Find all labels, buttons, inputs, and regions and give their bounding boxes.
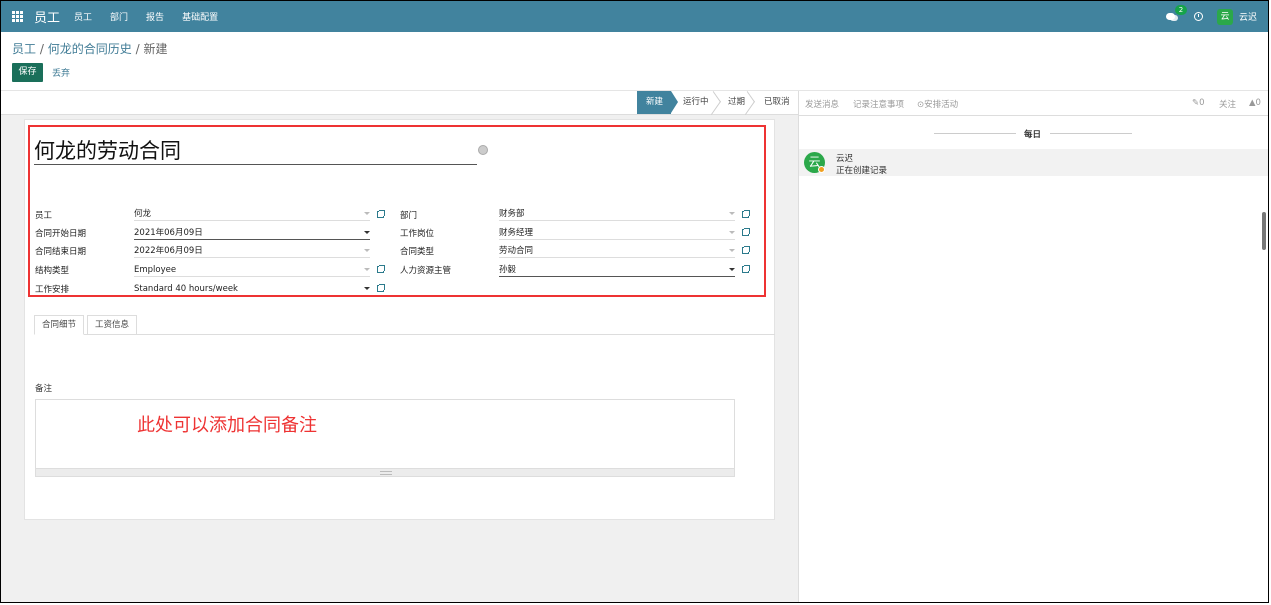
attachments-button[interactable]: ✎0 bbox=[1192, 98, 1205, 108]
log-note-button[interactable]: 记录注意事项 bbox=[853, 98, 904, 110]
contract-name-input[interactable]: 何龙的劳动合同 bbox=[34, 138, 477, 165]
external-link-icon[interactable] bbox=[742, 246, 750, 254]
stage-cancelled[interactable]: 已取消 bbox=[764, 91, 790, 114]
job-position-label: 工作岗位 bbox=[400, 229, 435, 239]
followers-button[interactable]: ▲0 bbox=[1249, 98, 1261, 108]
divider bbox=[934, 133, 1016, 134]
job-position-field[interactable]: 财务经理 bbox=[499, 228, 735, 240]
end-date-field[interactable]: 2022年06月09日 bbox=[134, 246, 370, 258]
dropdown-caret-icon bbox=[729, 268, 735, 271]
user-avatar[interactable]: 云 bbox=[1216, 8, 1233, 25]
day-separator-label: 每日 bbox=[1024, 130, 1042, 140]
work-schedule-label: 工作安排 bbox=[35, 285, 70, 295]
external-link-icon[interactable] bbox=[377, 210, 385, 218]
status-bar: 新建 运行中 过期 已取消 bbox=[1, 90, 798, 116]
save-button[interactable]: 保存 bbox=[12, 63, 43, 82]
department-label: 部门 bbox=[400, 211, 418, 221]
dropdown-caret-icon bbox=[729, 212, 735, 215]
scrollbar[interactable] bbox=[1262, 212, 1266, 250]
message-body: 正在创建记录 bbox=[836, 166, 888, 176]
employee-label: 员工 bbox=[35, 211, 53, 221]
user-name[interactable]: 云迟 bbox=[1239, 10, 1257, 23]
external-link-icon[interactable] bbox=[742, 228, 750, 236]
structure-type-label: 结构类型 bbox=[35, 266, 70, 276]
external-link-icon[interactable] bbox=[377, 265, 385, 273]
contract-type-label: 合同类型 bbox=[400, 247, 435, 257]
start-date-label: 合同开始日期 bbox=[35, 229, 87, 239]
discard-button[interactable]: 丢弃 bbox=[52, 66, 70, 79]
dropdown-caret-icon bbox=[364, 268, 370, 271]
external-link-icon[interactable] bbox=[377, 284, 385, 292]
dropdown-caret-icon bbox=[364, 249, 370, 252]
structure-type-field[interactable]: Employee bbox=[134, 265, 370, 277]
hr-manager-label: 人力资源主管 bbox=[400, 266, 452, 276]
breadcrumb-parent[interactable]: 何龙的合同历史 bbox=[48, 42, 132, 56]
dropdown-caret-icon bbox=[364, 287, 370, 290]
top-navbar: 员工 员工 部门 报告 基础配置 2 云 云迟 bbox=[1, 1, 1269, 32]
dropdown-caret-icon bbox=[729, 249, 735, 252]
divider bbox=[798, 115, 1269, 116]
presence-dot-icon bbox=[818, 166, 825, 173]
breadcrumb-current: 新建 bbox=[143, 42, 168, 56]
end-date-label: 合同结束日期 bbox=[35, 247, 87, 257]
employee-field[interactable]: 何龙 bbox=[134, 209, 370, 221]
external-link-icon[interactable] bbox=[742, 210, 750, 218]
menu-reports[interactable]: 报告 bbox=[146, 10, 164, 23]
breadcrumb-root[interactable]: 员工 bbox=[12, 42, 36, 56]
notes-annotation: 此处可以添加合同备注 bbox=[137, 415, 317, 436]
breadcrumb-sep: / bbox=[39, 42, 44, 56]
dropdown-caret-icon bbox=[729, 231, 735, 234]
schedule-activity-button[interactable]: ⊙安排活动 bbox=[917, 98, 958, 110]
dropdown-caret-icon bbox=[364, 212, 370, 215]
menu-configuration[interactable]: 基础配置 bbox=[182, 10, 218, 23]
send-message-button[interactable]: 发送消息 bbox=[805, 98, 839, 110]
tab-salary-info[interactable]: 工资信息 bbox=[87, 315, 138, 335]
stage-new[interactable]: 新建 bbox=[637, 91, 671, 114]
follow-button[interactable]: 关注 bbox=[1219, 98, 1236, 110]
app-title[interactable]: 员工 bbox=[34, 7, 60, 26]
breadcrumb: 员工 / 何龙的合同历史 / 新建 bbox=[12, 40, 167, 57]
menu-departments[interactable]: 部门 bbox=[110, 10, 128, 23]
activity-clock-icon[interactable] bbox=[1193, 12, 1203, 21]
form-tabs: 合同细节 工资信息 bbox=[34, 315, 775, 335]
menu-employees[interactable]: 员工 bbox=[74, 10, 92, 23]
messages-icon[interactable]: 2 bbox=[1165, 4, 1187, 23]
tab-contract-details[interactable]: 合同细节 bbox=[34, 315, 85, 335]
apps-menu-icon[interactable] bbox=[12, 10, 24, 23]
breadcrumb-sep: / bbox=[135, 42, 140, 56]
work-schedule-field[interactable]: Standard 40 hours/week bbox=[134, 284, 370, 296]
hr-manager-field[interactable]: 孙毅 bbox=[499, 265, 735, 277]
notes-label: 备注 bbox=[35, 384, 53, 394]
messages-badge: 2 bbox=[1174, 4, 1187, 15]
external-link-icon[interactable] bbox=[742, 265, 750, 273]
message-author[interactable]: 云迟 bbox=[836, 152, 853, 164]
contract-type-field[interactable]: 劳动合同 bbox=[499, 246, 735, 258]
resize-handle-icon bbox=[380, 471, 392, 475]
dropdown-caret-icon bbox=[364, 231, 370, 234]
start-date-field[interactable]: 2021年06月09日 bbox=[134, 228, 370, 240]
divider bbox=[1050, 133, 1132, 134]
department-field[interactable]: 财务部 bbox=[499, 209, 735, 221]
status-circle-icon[interactable] bbox=[478, 145, 488, 155]
